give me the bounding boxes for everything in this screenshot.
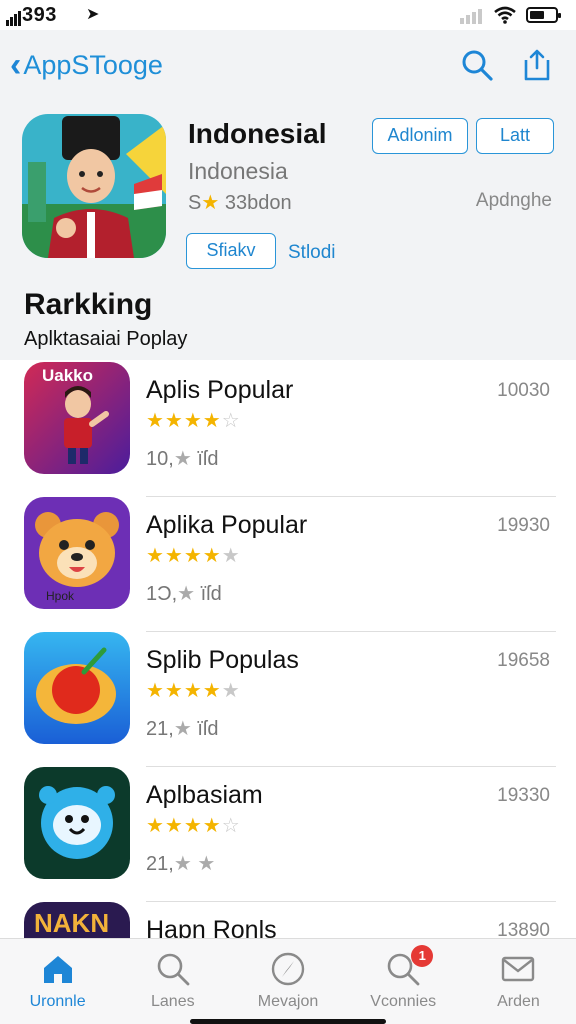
back-button[interactable]: ‹ AppSTooge [10,48,163,82]
app-name: Aplbasiam [146,781,263,809]
review-count-value: 21, [146,718,174,740]
section-subtitle: Aplktasaiai Poplay [24,328,188,350]
review-count-value: 10, [146,448,174,470]
review-count-value: 21, [146,853,174,875]
tab-bar: Uronnle Lanes Mevajon 1 Vconnies Arden [0,938,576,1024]
featured-panel: ‹ AppSTooge Indonesial Indonesia S★ 33bd… [0,30,576,360]
app-icon-label: NAKN [34,908,110,938]
featured-app-subtitle: Indonesia [188,158,288,184]
location-arrow-icon: ➤ [86,6,100,23]
tab-mevajon[interactable]: Mevajon [230,939,345,1024]
app-icon: Hpok [24,497,130,609]
review-count: 1Ɔ,★ ïſd [146,581,222,606]
status-bar: 393 ➤ [0,0,576,30]
share-button[interactable]: Sfiakv [186,233,276,269]
primary-action-button[interactable]: Adlonim [372,118,468,154]
back-label: AppSTooge [23,49,163,80]
tab-label: Uronnle [29,993,86,1010]
cellular-icon [460,6,484,24]
star-icon: ★ [173,853,192,875]
app-rank: 19330 [497,785,550,806]
notification-badge: 1 [411,945,434,967]
tab-vconnies[interactable]: 1 Vconnies [346,939,461,1024]
review-count-value: 1Ɔ, [146,583,178,605]
star-rating: ★★★★☆ [146,815,241,837]
featured-app-developer: Apdnghe [475,190,552,211]
list-item[interactable]: Uakko Aplis Popular 10030 ★★★★☆ 10,★ ïſd [0,362,576,497]
app-icon-label: Uakko [42,366,94,385]
home-icon [43,956,72,983]
app-rank: 19658 [497,650,550,671]
review-tail: ïſd [197,718,219,740]
app-icon [24,767,130,879]
mail-icon [502,956,535,982]
wifi-icon [494,6,516,24]
rating-text: 33bdon [224,192,292,214]
chevron-left-icon: ‹ [10,46,22,84]
star-rating: ★★★★☆ [146,410,241,432]
list-item[interactable]: Hpok Aplika Popular 19930 ★★★★★ 1Ɔ,★ ïſd [0,497,576,632]
battery-icon [526,7,561,23]
app-icon [24,632,130,744]
share-icon[interactable] [520,48,554,82]
search-icon [157,953,190,986]
rating-prefix: S [188,192,202,214]
list-item[interactable]: Aplbasiam 19330 ★★★★☆ 21,★ ★ [0,767,576,902]
featured-app-rating: S★ 33bdon [188,190,292,215]
app-rank: 10030 [497,380,550,401]
app-name: Splib Populas [146,646,299,674]
review-count: 21,★ ïſd [146,716,218,741]
review-count: 10,★ ïſd [146,446,218,471]
star-icon: ★ [173,448,192,470]
tab-label: Mevajon [257,993,319,1010]
tab-label: Vconnies [370,993,437,1010]
app-icon: Uakko [24,362,130,474]
app-name: Aplis Popular [146,376,294,404]
review-tail: ★ [197,853,216,875]
tab-arden[interactable]: Arden [461,939,576,1024]
app-icon-label: Hpok [46,589,75,603]
section-title: Rarkking [24,288,153,321]
search-icon[interactable] [460,48,494,82]
review-count: 21,★ ★ [146,851,215,876]
featured-app-icon[interactable] [22,114,166,258]
star-icon: ★ [201,192,220,214]
list-item[interactable]: Splib Populas 19658 ★★★★★ 21,★ ïſd [0,632,576,767]
review-tail: ïſd [200,583,222,605]
home-indicator [190,1019,386,1024]
star-icon: ★ [177,583,196,605]
tab-label: Lanes [151,993,195,1010]
star-rating: ★★★★★ [146,545,241,567]
secondary-action-button[interactable]: Latt [476,118,554,154]
featured-app-title: Indonesial [188,118,327,149]
tab-home[interactable]: Uronnle [0,939,115,1024]
tab-label: Arden [497,993,540,1010]
signal-icon [6,8,22,26]
status-time: 393 [22,4,57,26]
app-name: Aplika Popular [146,511,308,539]
star-icon: ★ [173,718,192,740]
app-rank: 19930 [497,515,550,536]
tab-lanes[interactable]: Lanes [115,939,230,1024]
star-rating: ★★★★★ [146,680,241,702]
compass-icon [271,952,305,986]
review-tail: ïſd [197,448,219,470]
stlodi-link[interactable]: Stlodi [288,242,336,264]
